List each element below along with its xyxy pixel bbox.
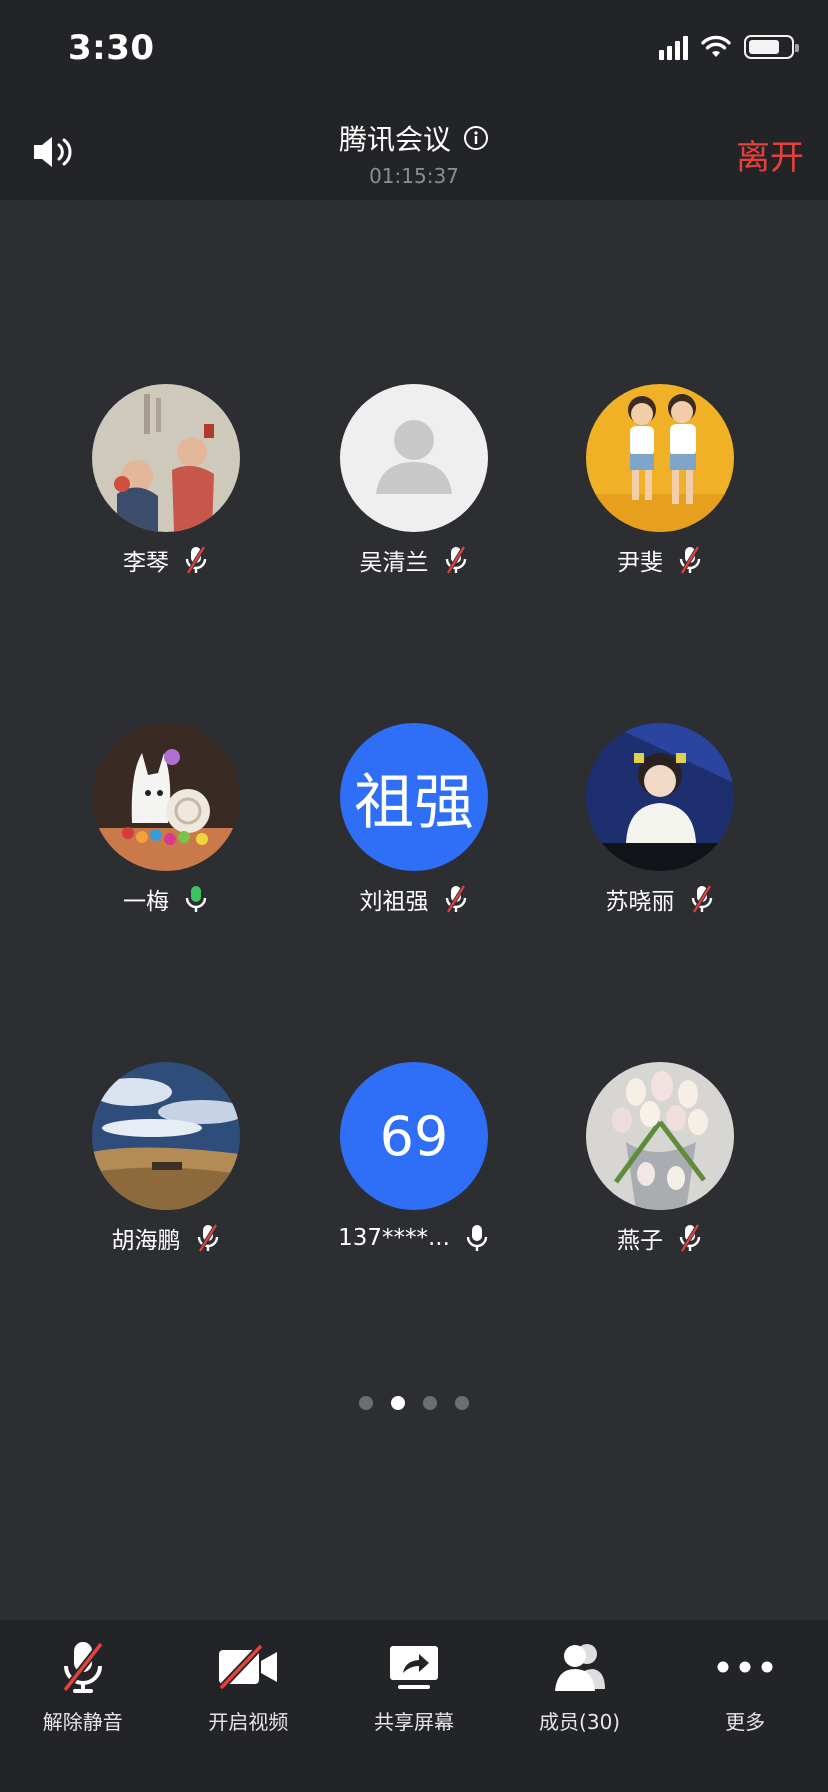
battery-icon xyxy=(744,35,799,59)
participant-name: 胡海鹏 xyxy=(111,1228,181,1254)
participant-tile[interactable]: 祖强 刘祖强 xyxy=(324,723,504,917)
meeting-title: 腾讯会议 xyxy=(338,123,451,156)
unmute-label: 解除静音 xyxy=(42,1710,123,1734)
wifi-icon xyxy=(701,35,731,57)
more-label: 更多 xyxy=(725,1710,766,1734)
mic-muted-icon xyxy=(691,884,712,914)
default-person-icon xyxy=(340,384,488,532)
mic-muted-icon xyxy=(62,1641,104,1693)
participant-tile[interactable]: 燕子 xyxy=(570,1062,750,1256)
mic-muted-icon xyxy=(197,1223,218,1253)
participant-name: 一梅 xyxy=(123,889,169,915)
more-button[interactable]: 更多 xyxy=(662,1620,828,1792)
participant-name: 吴清兰 xyxy=(359,550,429,576)
participant-name: 137****... xyxy=(338,1225,450,1251)
mic-active-icon xyxy=(185,886,207,912)
meeting-title-area: 腾讯会议 xyxy=(0,118,828,158)
video-off-icon xyxy=(218,1644,278,1690)
avatar xyxy=(340,384,488,532)
participant-tile[interactable]: 69 137****... xyxy=(324,1062,504,1256)
members-label: 成员(30) xyxy=(539,1710,621,1734)
avatar xyxy=(586,1062,734,1210)
share-screen-icon xyxy=(389,1646,438,1689)
participant-name: 苏晓丽 xyxy=(605,889,675,915)
mic-muted-icon xyxy=(679,1223,701,1253)
participant-tile[interactable]: 一梅 xyxy=(76,723,256,917)
page-dot[interactable] xyxy=(359,1396,373,1410)
meeting-duration: 01:15:37 xyxy=(369,164,459,188)
avatar xyxy=(92,384,240,532)
participant-name: 尹斐 xyxy=(617,550,663,576)
participant-name: 刘祖强 xyxy=(359,889,429,915)
status-time: 3:30 xyxy=(68,28,155,68)
status-icons xyxy=(659,34,799,60)
participant-tile[interactable]: 李琴 xyxy=(76,384,256,578)
avatar xyxy=(92,723,240,871)
avatar: 祖强 xyxy=(340,723,488,871)
start-video-label: 开启视频 xyxy=(208,1710,289,1734)
participant-tile[interactable]: 胡海鹏 xyxy=(76,1062,256,1256)
members-icon xyxy=(554,1644,605,1691)
mic-icon xyxy=(466,1225,488,1251)
page-dot-active[interactable] xyxy=(391,1396,405,1410)
page-indicator[interactable] xyxy=(0,1396,828,1410)
page-dot[interactable] xyxy=(423,1396,437,1410)
leave-button[interactable]: 离开 xyxy=(736,130,804,179)
share-screen-button[interactable]: 共享屏幕 xyxy=(331,1620,497,1792)
more-icon xyxy=(717,1661,773,1673)
mic-muted-icon xyxy=(185,545,207,575)
mic-muted-icon xyxy=(445,545,466,575)
participant-name: 李琴 xyxy=(123,550,169,576)
participant-tile[interactable]: 尹斐 xyxy=(570,384,750,578)
info-icon[interactable] xyxy=(463,125,489,151)
mic-muted-icon xyxy=(679,545,701,575)
unmute-button[interactable]: 解除静音 xyxy=(0,1620,166,1792)
cellular-signal-icon xyxy=(659,34,688,60)
meeting-screen: 3:30 腾讯会议 01:15:37 离开 李琴 吴清兰 尹斐 一梅 祖强 刘祖… xyxy=(0,0,828,1792)
participant-name: 燕子 xyxy=(617,1228,663,1254)
page-dot[interactable] xyxy=(455,1396,469,1410)
avatar xyxy=(586,723,734,871)
bottom-toolbar: 解除静音 开启视频 共享屏幕 成员(30) 更多 xyxy=(0,1620,828,1792)
members-button[interactable]: 成员(30) xyxy=(497,1620,663,1792)
avatar xyxy=(92,1062,240,1210)
header: 3:30 腾讯会议 01:15:37 离开 xyxy=(0,0,828,200)
avatar xyxy=(586,384,734,532)
participant-tile[interactable]: 吴清兰 xyxy=(324,384,504,578)
share-screen-label: 共享屏幕 xyxy=(373,1710,454,1734)
start-video-button[interactable]: 开启视频 xyxy=(166,1620,332,1792)
avatar: 69 xyxy=(340,1062,488,1210)
participant-tile[interactable]: 苏晓丽 xyxy=(570,723,750,917)
mic-muted-icon xyxy=(445,884,466,914)
